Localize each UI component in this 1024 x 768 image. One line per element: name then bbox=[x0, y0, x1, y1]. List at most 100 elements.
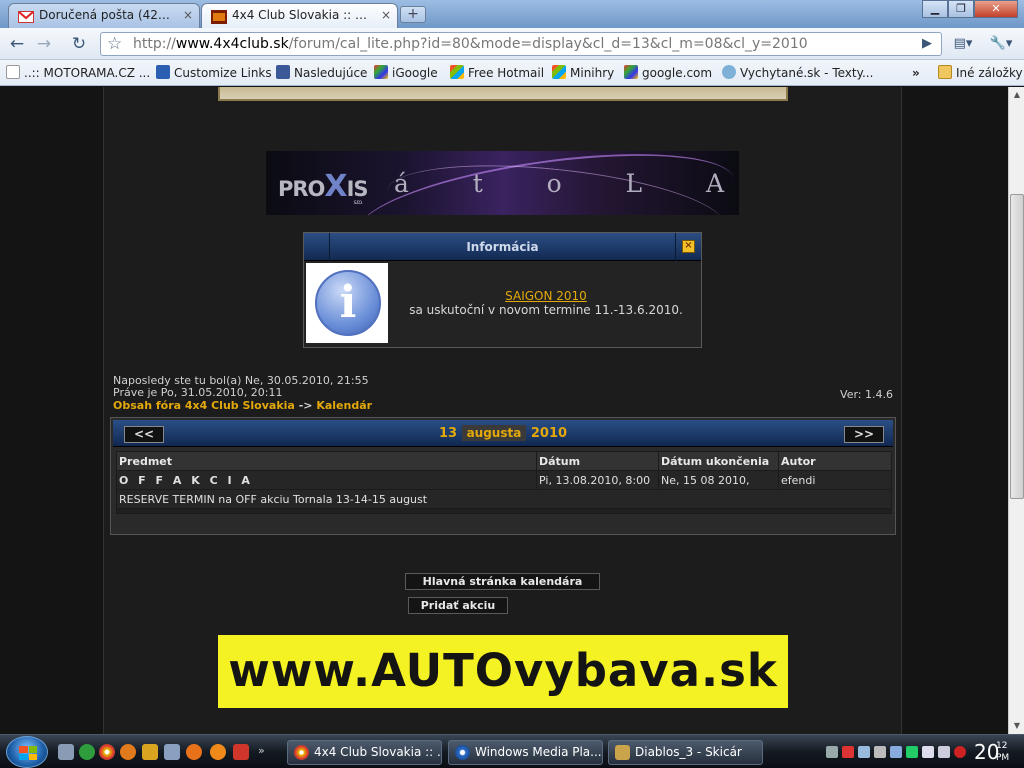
email-icon[interactable] bbox=[210, 744, 226, 760]
bookmarks-overflow-button[interactable]: » bbox=[912, 64, 920, 82]
tab-close-icon[interactable]: × bbox=[183, 4, 193, 26]
info-box-body: i SAIGON 2010 sa uskutoční v novom termi… bbox=[304, 261, 701, 347]
tab-strip: Doručená pošta (424) - es... × 4x4 Club … bbox=[0, 0, 1024, 28]
windows-logo-icon bbox=[19, 746, 37, 760]
show-desktop-icon[interactable] bbox=[58, 744, 74, 760]
address-bar[interactable]: ☆ http://www.4x4club.sk/forum/cal_lite.p… bbox=[100, 32, 942, 56]
taskbar-chrome-window[interactable]: 4x4 Club Slovakia :: ... bbox=[287, 740, 442, 765]
scroll-down-icon[interactable]: ▼ bbox=[1009, 718, 1024, 734]
tools-menu-button[interactable]: 🔧▾ bbox=[985, 34, 1017, 56]
scroll-up-icon[interactable]: ▲ bbox=[1009, 87, 1024, 103]
maximize-button[interactable]: ❐ bbox=[948, 0, 974, 18]
tab-gmail[interactable]: Doručená pošta (424) - es... × bbox=[8, 3, 200, 28]
alert-icon[interactable] bbox=[954, 746, 966, 758]
proxis-logo-x: X bbox=[324, 169, 347, 204]
computer-icon[interactable] bbox=[164, 744, 180, 760]
column-header-date: Dátum bbox=[536, 451, 659, 471]
bookmark-google-com[interactable]: google.com bbox=[624, 64, 712, 82]
info-icon-frame: i bbox=[306, 263, 388, 343]
next-day-button[interactable]: >> bbox=[844, 426, 884, 443]
proxis-letter: o bbox=[546, 169, 562, 198]
other-bookmarks-label: Iné záložky bbox=[956, 66, 1023, 80]
app-quicklaunch-icon[interactable] bbox=[233, 744, 249, 760]
volume-icon[interactable] bbox=[922, 746, 934, 758]
firefox-icon[interactable] bbox=[186, 744, 202, 760]
event-author[interactable]: efendi bbox=[778, 470, 892, 490]
bookmark-nasledujuce[interactable]: Nasledujúce bbox=[276, 64, 367, 82]
calendar-link[interactable]: Kalendár bbox=[316, 399, 372, 412]
prev-day-button[interactable]: << bbox=[124, 426, 164, 443]
other-bookmarks-folder[interactable]: Iné záložky bbox=[938, 64, 1023, 82]
tab-4x4club[interactable]: 4x4 Club Slovakia :: Kalen... × bbox=[201, 3, 398, 28]
device-icon[interactable] bbox=[874, 746, 886, 758]
taskbar-paint-window[interactable]: Diablos_3 - Skicár bbox=[608, 740, 763, 765]
add-event-button[interactable]: Pridať akciu bbox=[408, 597, 508, 614]
task-label: 4x4 Club Slovakia :: ... bbox=[314, 745, 442, 759]
igoogle-icon bbox=[624, 65, 638, 79]
table-row[interactable]: O F F A K C I A Pi, 13.08.2010, 8:00 Ne,… bbox=[116, 470, 892, 490]
proxis-letter: t bbox=[472, 169, 483, 198]
bookmark-minihry[interactable]: Minihry bbox=[552, 64, 614, 82]
igoogle-icon bbox=[374, 65, 388, 79]
proxis-letter: L bbox=[625, 169, 643, 198]
close-window-button[interactable]: ✕ bbox=[974, 0, 1018, 18]
event-end-date: Ne, 15 08 2010, bbox=[658, 470, 779, 490]
flag-quadrant bbox=[28, 753, 37, 760]
table-row bbox=[116, 508, 892, 514]
update-icon[interactable] bbox=[906, 746, 918, 758]
info-message-text: sa uskutoční v novom termine 11.-13.6.20… bbox=[409, 303, 683, 317]
security-icon[interactable] bbox=[842, 746, 854, 758]
info-icon: i bbox=[315, 270, 381, 336]
quicklaunch-overflow-icon[interactable]: » bbox=[258, 744, 268, 760]
display-icon[interactable] bbox=[938, 746, 950, 758]
info-box-title: Informácia bbox=[466, 240, 539, 254]
windows-flag-icon bbox=[552, 65, 566, 79]
chrome-icon[interactable] bbox=[79, 744, 95, 760]
autovybava-ad-banner[interactable]: www.AUTOvybava.sk bbox=[218, 635, 788, 708]
bookmark-vychytane[interactable]: Vychytané.sk - Texty... bbox=[722, 64, 873, 82]
close-icon[interactable]: × bbox=[682, 240, 695, 253]
clock-ampm: PM bbox=[996, 753, 1010, 763]
new-tab-button[interactable]: + bbox=[400, 6, 426, 23]
sync-icon[interactable] bbox=[858, 746, 870, 758]
system-clock[interactable]: 20 12 PM bbox=[974, 737, 1009, 767]
event-description: RESERVE TERMIN na OFF akciu Tornala 13-1… bbox=[116, 489, 892, 509]
top-banner-image[interactable] bbox=[218, 87, 788, 101]
saigon-link[interactable]: SAIGON 2010 bbox=[505, 289, 587, 303]
bookmark-customize-links[interactable]: Customize Links bbox=[156, 64, 272, 82]
proxis-logo-is: IS bbox=[346, 177, 369, 201]
proxis-letter: A bbox=[705, 169, 724, 198]
back-button[interactable]: ← bbox=[6, 34, 28, 56]
bookmark-star-icon[interactable]: ☆ bbox=[107, 33, 122, 55]
tab-close-icon[interactable]: × bbox=[381, 4, 391, 26]
flag-quadrant bbox=[19, 746, 28, 753]
bookmark-label: Free Hotmail bbox=[468, 66, 545, 80]
browser-toolbar: ← → ↻ ☆ http://www.4x4club.sk/forum/cal_… bbox=[0, 28, 1024, 60]
network-icon[interactable] bbox=[826, 746, 838, 758]
calendar-month: augusta bbox=[461, 425, 527, 441]
event-title[interactable]: O F F A K C I A bbox=[116, 470, 537, 490]
minimize-button[interactable]: ▁ bbox=[922, 0, 948, 18]
main-calendar-button[interactable]: Hlavná stránka kalendára bbox=[405, 573, 600, 590]
calendar-year: 2010 bbox=[530, 426, 568, 441]
bookmark-motorama[interactable]: ..:: MOTORAMA.CZ ... bbox=[6, 64, 150, 82]
forum-index-link[interactable]: Obsah fóra 4x4 Club Slovakia bbox=[113, 399, 295, 412]
start-button[interactable] bbox=[6, 736, 48, 768]
firefox-orange-icon[interactable] bbox=[120, 744, 136, 760]
go-button[interactable]: ▶ bbox=[916, 34, 938, 56]
forward-button[interactable]: → bbox=[33, 34, 55, 56]
chrome-quicklaunch-icon[interactable] bbox=[99, 744, 115, 760]
bookmark-igoogle[interactable]: iGoogle bbox=[374, 64, 438, 82]
scrollbar-thumb[interactable] bbox=[1010, 194, 1024, 499]
vertical-scrollbar[interactable]: ▲ ▼ bbox=[1008, 87, 1024, 734]
column-header-subject: Predmet bbox=[116, 451, 537, 471]
bookmark-free-hotmail[interactable]: Free Hotmail bbox=[450, 64, 544, 82]
reload-button[interactable]: ↻ bbox=[68, 34, 90, 56]
winamp-icon[interactable] bbox=[142, 744, 158, 760]
camera-icon[interactable] bbox=[890, 746, 902, 758]
url-prefix: http:// bbox=[133, 36, 176, 52]
proxis-banner[interactable]: PROXISs.r.o. á t o L A bbox=[266, 151, 739, 215]
window-controls: ▁ ❐ ✕ bbox=[922, 0, 1018, 18]
page-menu-button[interactable]: ▤▾ bbox=[948, 34, 978, 56]
taskbar-media-player-window[interactable]: Windows Media Pla... bbox=[448, 740, 603, 765]
